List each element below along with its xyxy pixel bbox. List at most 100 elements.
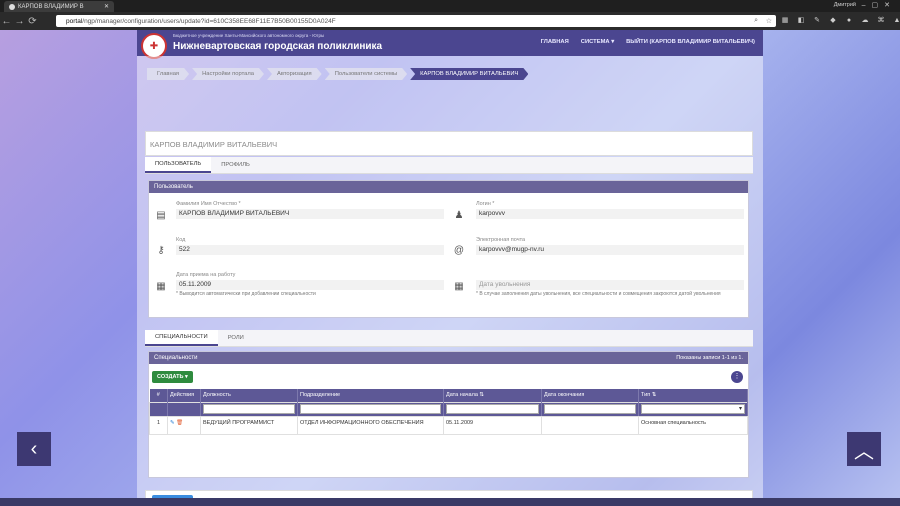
tab-specialties[interactable]: СПЕЦИАЛЬНОСТИ: [145, 330, 218, 346]
id-card-icon: ▤: [156, 210, 166, 221]
extension-icon[interactable]: ☁: [860, 15, 870, 25]
user-panel: Пользователь ▤ Фамилия Имя Отчество * КА…: [148, 180, 749, 318]
filter-department-input[interactable]: [300, 403, 441, 414]
browser-tabbar: КАРПОВ ВЛАДИМИР В ✕ Дмитрий –▢✕: [0, 0, 900, 12]
tab-roles[interactable]: РОЛИ: [218, 330, 254, 346]
url-path: /ngp/manager/configuration/users/update?…: [82, 17, 336, 25]
more-options-icon[interactable]: ⋮: [731, 371, 743, 383]
extension-icon[interactable]: ⌘: [876, 15, 886, 25]
delete-icon[interactable]: 🗑: [176, 420, 183, 426]
filter-end-date-input[interactable]: [544, 403, 636, 414]
filter-start-date-input[interactable]: [446, 403, 539, 414]
extension-icon[interactable]: ◆: [828, 15, 838, 25]
cell-type: Основная специальность: [638, 415, 748, 435]
code-input[interactable]: 522: [176, 245, 444, 255]
fio-field: Фамилия Имя Отчество * КАРПОВ ВЛАДИМИР В…: [176, 201, 444, 219]
extension-icon[interactable]: ◧: [796, 15, 806, 25]
update-button[interactable]: ОБНОВИТЬ: [152, 495, 193, 506]
filter-row: ▾: [149, 401, 748, 417]
calendar-icon[interactable]: ▦: [453, 281, 465, 292]
col-position[interactable]: Должность: [200, 389, 298, 402]
col-number: #: [149, 389, 168, 402]
col-start-date[interactable]: Дата начала ⇅: [443, 389, 542, 402]
filter-cell: [167, 401, 201, 417]
cell-start-date: 05.11.2009: [443, 415, 542, 435]
login-label: Логин *: [476, 201, 495, 207]
site-header: ✚ Бюджетное учреждение Ханты-Мансийского…: [137, 30, 763, 59]
breadcrumb: Главная Настройки портала Авторизация По…: [147, 68, 531, 80]
page-title: КАРПОВ ВЛАДИМИР ВИТАЛЬЕВИЧ: [150, 140, 278, 149]
extension-icon[interactable]: ▦: [780, 15, 790, 25]
edit-icon[interactable]: ✎: [170, 420, 175, 426]
specialties-table: # Действия Должность Подразделение Дата …: [149, 389, 748, 435]
cell-department: ОТДЕЛ ИНФОРМАЦИОННОГО ОБЕСПЕЧЕНИЯ: [297, 415, 444, 435]
user-icon: ♟: [454, 210, 464, 221]
col-department[interactable]: Подразделение: [297, 389, 444, 402]
favicon-icon: [9, 3, 15, 10]
tab-user[interactable]: ПОЛЬЗОВАТЕЛЬ: [145, 157, 212, 173]
filter-cell: [200, 401, 298, 417]
zoom-icon[interactable]: ⌕: [754, 17, 758, 25]
email-input[interactable]: karpovvv@mugp-nv.ru: [476, 245, 744, 255]
close-tab-icon[interactable]: ✕: [104, 3, 109, 10]
code-field: Код 522: [176, 237, 444, 255]
extension-icon[interactable]: ●: [844, 15, 854, 25]
email-field: Электронная почта karpovvv@mugp-nv.ru: [476, 237, 744, 255]
spec-tabs: СПЕЦИАЛЬНОСТИ РОЛИ: [145, 330, 753, 347]
breadcrumb-item[interactable]: Авторизация: [267, 68, 322, 80]
fio-input[interactable]: КАРПОВ ВЛАДИМИР ВИТАЛЬЕВИЧ: [176, 209, 444, 219]
code-label: Код: [176, 237, 186, 243]
login-input[interactable]: karpovvv: [476, 209, 744, 219]
url-input[interactable]: portal/ngp/manager/configuration/users/u…: [56, 15, 776, 27]
filter-cell: [541, 401, 639, 417]
cell-end-date: [541, 415, 639, 435]
at-icon: @: [453, 245, 465, 256]
calendar-icon[interactable]: ▦: [155, 281, 167, 292]
filter-cell: [297, 401, 444, 417]
filter-type-select[interactable]: ▾: [641, 403, 745, 414]
hire-date-hint: * Выводится автоматически при добавлении…: [176, 291, 316, 297]
save-bar: ОБНОВИТЬ: [145, 490, 753, 506]
filter-cell: [149, 401, 168, 417]
page-viewport: ✚ Бюджетное учреждение Ханты-Мансийского…: [0, 30, 900, 506]
fio-label: Фамилия Имя Отчество *: [176, 201, 241, 207]
tab-profile[interactable]: ПРОФИЛЬ: [211, 157, 260, 173]
bookmark-star-icon[interactable]: ☆: [766, 17, 772, 25]
breadcrumb-item[interactable]: Пользователи системы: [325, 68, 407, 80]
filter-cell: [443, 401, 542, 417]
fire-date-input[interactable]: Дата увольнения: [476, 280, 744, 290]
create-button[interactable]: СОЗДАТЬ ▾: [152, 371, 193, 383]
menu-home[interactable]: ГЛАВНАЯ: [541, 39, 569, 45]
breadcrumb-current: КАРПОВ ВЛАДИМИР ВИТАЛЬЕВИЧ: [410, 68, 528, 80]
tab-title: КАРПОВ ВЛАДИМИР В: [18, 3, 84, 10]
hire-date-label: Дата приема на работу: [176, 272, 236, 278]
filter-position-input[interactable]: [203, 403, 295, 414]
cell-position: ВЕДУЩИЙ ПРОГРАММИСТ: [200, 415, 298, 435]
browser-user[interactable]: Дмитрий: [834, 2, 856, 8]
menu-system[interactable]: СИСТЕМА ▾: [581, 39, 614, 45]
back-icon[interactable]: ←: [0, 16, 13, 27]
breadcrumb-item[interactable]: Настройки портала: [192, 68, 264, 80]
browser-tab[interactable]: КАРПОВ ВЛАДИМИР В ✕: [4, 1, 114, 12]
extension-icon[interactable]: ✎: [812, 15, 822, 25]
fire-date-hint: * В случае заполнения даты увольнения, в…: [476, 291, 721, 297]
login-field: Логин * karpovvv: [476, 201, 744, 219]
menu-logout[interactable]: ВЫЙТИ (КАРПОВ ВЛАДИМИР ВИТАЛЬЕВИЧ): [626, 39, 755, 45]
email-label: Электронная почта: [476, 237, 526, 243]
chevron-left-icon[interactable]: ‹: [17, 432, 51, 466]
extension-icon[interactable]: ▲: [892, 15, 900, 25]
org-name[interactable]: Нижневартовская городская поликлиника: [173, 41, 382, 52]
window-controls[interactable]: –▢✕: [862, 1, 896, 9]
records-count: Показаны записи 1-1 из 1.: [676, 355, 743, 361]
chevron-up-icon[interactable]: ︿: [847, 432, 881, 466]
col-type[interactable]: Тип ⇅: [638, 389, 748, 402]
content-area: Главная Настройки портала Авторизация По…: [137, 56, 763, 506]
forward-icon[interactable]: →: [13, 16, 26, 27]
hire-date-input[interactable]: 05.11.2009: [176, 280, 444, 290]
user-tabs: ПОЛЬЗОВАТЕЛЬ ПРОФИЛЬ: [145, 157, 753, 174]
specialties-title: Специальности: [154, 355, 198, 361]
col-end-date[interactable]: Дата окончания: [541, 389, 639, 402]
reload-icon[interactable]: ⟳: [26, 16, 39, 27]
breadcrumb-item[interactable]: Главная: [147, 68, 189, 80]
cell-actions: ✎ 🗑: [167, 415, 201, 435]
